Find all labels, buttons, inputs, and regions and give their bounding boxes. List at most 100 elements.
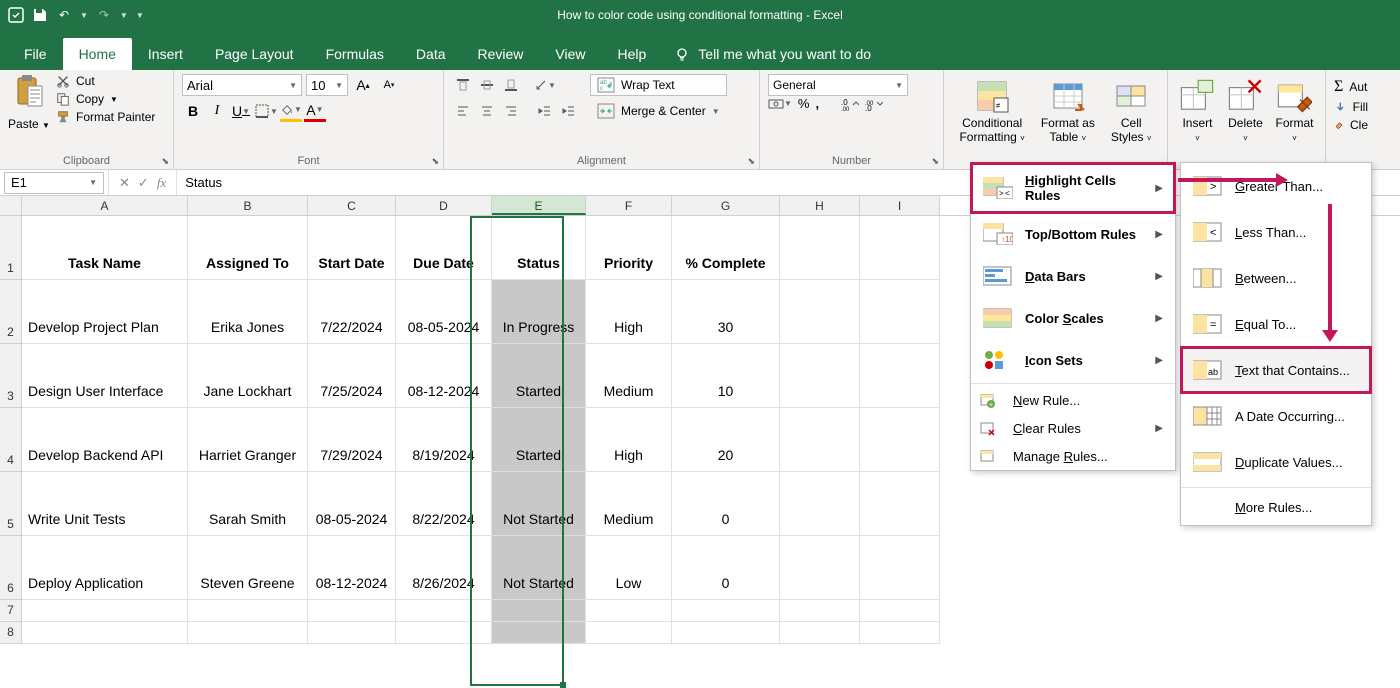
- row-header[interactable]: 2: [0, 280, 22, 344]
- col-header[interactable]: C: [308, 196, 396, 215]
- row-header[interactable]: 7: [0, 600, 22, 622]
- align-top[interactable]: [452, 74, 474, 96]
- bold-button[interactable]: B: [182, 100, 204, 122]
- cell[interactable]: [586, 622, 672, 644]
- tab-view[interactable]: View: [539, 38, 601, 70]
- alignment-launcher[interactable]: ⬊: [747, 156, 755, 167]
- paste-button[interactable]: Paste ▼: [8, 74, 50, 131]
- increase-decimal[interactable]: .0.00: [841, 96, 859, 111]
- font-launcher[interactable]: ⬊: [431, 156, 439, 167]
- col-header[interactable]: I: [860, 196, 940, 215]
- cell[interactable]: [860, 280, 940, 344]
- cell[interactable]: Erika Jones: [188, 280, 308, 344]
- cell[interactable]: [22, 600, 188, 622]
- cell[interactable]: Steven Greene: [188, 536, 308, 600]
- col-header[interactable]: E: [492, 196, 586, 215]
- undo-dd[interactable]: ▼: [80, 11, 88, 20]
- format-as-table-button[interactable]: Format asTable ˅: [1041, 78, 1095, 146]
- tab-data[interactable]: Data: [400, 38, 462, 70]
- decrease-indent[interactable]: [534, 100, 556, 122]
- cell[interactable]: Jane Lockhart: [188, 344, 308, 408]
- percent-button[interactable]: %: [798, 96, 810, 111]
- submenu-text-contains[interactable]: ab Text that Contains...: [1181, 347, 1371, 393]
- cell[interactable]: [780, 216, 860, 280]
- cell[interactable]: Started: [492, 344, 586, 408]
- cell[interactable]: [860, 600, 940, 622]
- col-header[interactable]: D: [396, 196, 492, 215]
- cell[interactable]: Develop Backend API: [22, 408, 188, 472]
- tab-insert[interactable]: Insert: [132, 38, 199, 70]
- format-painter-button[interactable]: Format Painter: [56, 110, 155, 124]
- cell[interactable]: 08-12-2024: [308, 536, 396, 600]
- cell[interactable]: 8/22/2024: [396, 472, 492, 536]
- accept-formula[interactable]: ✓: [138, 175, 149, 191]
- cell[interactable]: [188, 600, 308, 622]
- menu-manage-rules[interactable]: Manage Rules...: [971, 442, 1175, 470]
- delete-cells-button[interactable]: Delete˅: [1227, 78, 1263, 146]
- accounting-button[interactable]: ▼: [768, 96, 792, 111]
- cell[interactable]: [672, 600, 780, 622]
- cell[interactable]: [396, 600, 492, 622]
- tab-file[interactable]: File: [8, 38, 63, 70]
- border-button[interactable]: ▼: [254, 100, 278, 122]
- align-middle[interactable]: [476, 74, 498, 96]
- format-cells-button[interactable]: Format˅: [1275, 78, 1313, 146]
- increase-indent[interactable]: [558, 100, 580, 122]
- merge-center-button[interactable]: Merge & Center ▼: [590, 100, 727, 122]
- cell[interactable]: [780, 472, 860, 536]
- font-color-button[interactable]: A▼: [304, 100, 326, 122]
- cell[interactable]: Assigned To: [188, 216, 308, 280]
- align-bottom[interactable]: [500, 74, 522, 96]
- italic-button[interactable]: I: [206, 100, 228, 122]
- align-center[interactable]: [476, 100, 498, 122]
- submenu-date-occurring[interactable]: A Date Occurring...: [1181, 393, 1371, 439]
- col-header[interactable]: B: [188, 196, 308, 215]
- menu-highlight-cells-rules[interactable]: >< Highlight Cells Rules ▶: [971, 163, 1175, 213]
- tab-formulas[interactable]: Formulas: [310, 38, 400, 70]
- decrease-decimal[interactable]: .00.0: [865, 96, 883, 111]
- cell[interactable]: 10: [672, 344, 780, 408]
- cell[interactable]: Not Started: [492, 472, 586, 536]
- cancel-formula[interactable]: ✕: [119, 175, 130, 191]
- cut-button[interactable]: Cut: [56, 74, 155, 88]
- copy-button[interactable]: Copy ▼: [56, 92, 155, 106]
- cell[interactable]: Deploy Application: [22, 536, 188, 600]
- cell[interactable]: Develop Project Plan: [22, 280, 188, 344]
- save-icon[interactable]: [32, 7, 48, 23]
- cell[interactable]: [860, 472, 940, 536]
- font-name-select[interactable]: Arial▼: [182, 74, 302, 96]
- col-header[interactable]: H: [780, 196, 860, 215]
- cell[interactable]: [188, 622, 308, 644]
- fill-color-button[interactable]: ▼: [280, 100, 302, 122]
- cell[interactable]: Not Started: [492, 536, 586, 600]
- cell[interactable]: Status: [492, 216, 586, 280]
- cell[interactable]: [860, 622, 940, 644]
- submenu-between[interactable]: Between...: [1181, 255, 1371, 301]
- tab-help[interactable]: Help: [602, 38, 663, 70]
- autosum-button[interactable]: ΣAut: [1334, 78, 1368, 96]
- cell[interactable]: High: [586, 280, 672, 344]
- cell[interactable]: [780, 622, 860, 644]
- cell[interactable]: 7/29/2024: [308, 408, 396, 472]
- fx-button[interactable]: fx: [157, 175, 166, 191]
- font-size-select[interactable]: 10▼: [306, 74, 348, 96]
- cell[interactable]: 0: [672, 472, 780, 536]
- cell-styles-button[interactable]: CellStyles ˅: [1111, 78, 1152, 146]
- row-header[interactable]: 8: [0, 622, 22, 644]
- select-all-corner[interactable]: [0, 196, 22, 215]
- submenu-equal-to[interactable]: = Equal To...: [1181, 301, 1371, 347]
- cell[interactable]: 8/19/2024: [396, 408, 492, 472]
- cell[interactable]: 08-05-2024: [308, 472, 396, 536]
- cell[interactable]: 0: [672, 536, 780, 600]
- cell[interactable]: [396, 622, 492, 644]
- cell[interactable]: Task Name: [22, 216, 188, 280]
- grow-font-button[interactable]: A▴: [352, 74, 374, 96]
- number-format-select[interactable]: General▼: [768, 74, 908, 96]
- clipboard-launcher[interactable]: ⬊: [161, 156, 169, 167]
- row-header[interactable]: 1: [0, 216, 22, 280]
- insert-cells-button[interactable]: Insert˅: [1179, 78, 1215, 146]
- cell[interactable]: High: [586, 408, 672, 472]
- submenu-less-than[interactable]: < Less Than...: [1181, 209, 1371, 255]
- menu-icon-sets[interactable]: Icon Sets ▶: [971, 339, 1175, 381]
- cell[interactable]: [860, 216, 940, 280]
